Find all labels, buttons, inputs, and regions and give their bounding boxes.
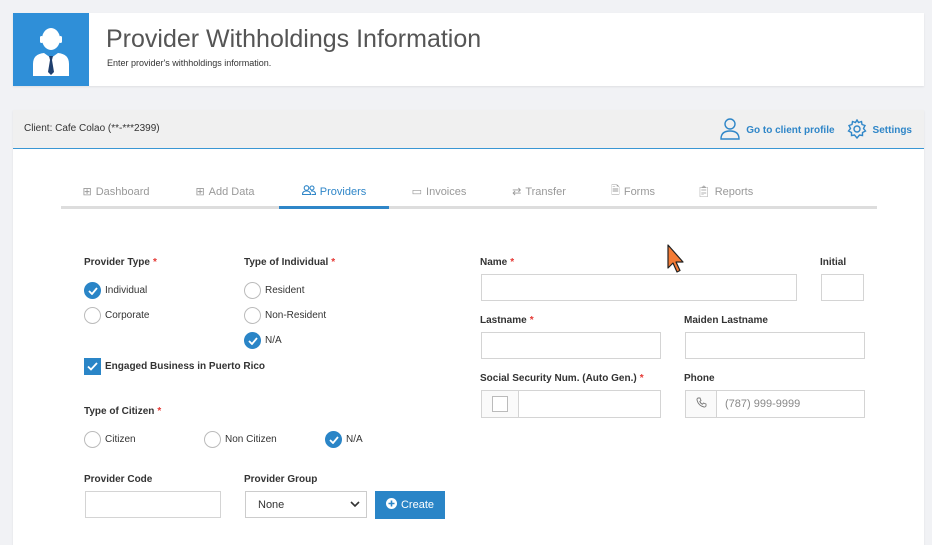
tab-label: Providers — [319, 185, 367, 198]
tab-reports[interactable]: 📋︎ Reports — [677, 177, 773, 206]
radio-label: Corporate — [105, 310, 150, 321]
radio-label: N/A — [346, 434, 363, 445]
provider-code-input[interactable] — [85, 491, 221, 518]
checkbox-unchecked-icon — [492, 396, 508, 412]
radio-checked-icon — [325, 431, 342, 448]
citizen-na-radio[interactable]: N/A — [325, 431, 363, 448]
tab-forms[interactable]: 🗎 Forms — [589, 177, 677, 206]
provider-code-label: Provider Code — [84, 474, 153, 485]
checkbox-checked-icon — [84, 358, 101, 375]
go-to-client-profile-link[interactable]: Go to client profile — [720, 118, 835, 143]
user-avatar-icon — [13, 13, 89, 86]
user-outline-icon — [720, 118, 740, 143]
provider-group-label: Provider Group — [244, 474, 318, 485]
tab-dashboard[interactable]: ⊞ Dashboard — [61, 177, 171, 206]
lastname-input[interactable] — [481, 332, 661, 359]
ssn-input[interactable] — [518, 390, 661, 418]
non-citizen-radio[interactable]: Non Citizen — [204, 431, 277, 448]
page-title: Provider Withholdings Information — [106, 25, 482, 53]
page-subtitle: Enter provider's withholdings informatio… — [107, 58, 272, 68]
radio-unchecked-icon — [84, 431, 101, 448]
lastname-label: Lastname * — [480, 315, 534, 326]
radio-label: N/A — [265, 335, 282, 346]
go-to-client-profile-label: Go to client profile — [746, 125, 835, 136]
radio-label: Non-Resident — [265, 310, 327, 321]
users-icon — [301, 185, 316, 198]
create-group-button[interactable]: Create — [375, 491, 445, 519]
engaged-business-checkbox[interactable]: Engaged Business in Puerto Rico — [84, 358, 265, 375]
radio-checked-icon — [244, 332, 261, 349]
provider-type-label: Provider Type * — [84, 257, 157, 268]
dashboard-icon: ⊞ — [82, 186, 92, 198]
individual-na-radio[interactable]: N/A — [244, 332, 282, 349]
radio-unchecked-icon — [84, 307, 101, 324]
phone-icon — [696, 395, 707, 413]
radio-label: Individual — [105, 285, 148, 296]
type-of-individual-label: Type of Individual * — [244, 257, 336, 268]
phone-label: Phone — [684, 373, 715, 384]
checkbox-label: Engaged Business in Puerto Rico — [105, 361, 266, 372]
ssn-auto-gen-checkbox[interactable] — [481, 390, 519, 418]
tab-label: Reports — [714, 185, 754, 198]
client-label: Client: Cafe Colao (**-***2399) — [24, 123, 160, 134]
exchange-icon: ⇄ — [512, 186, 522, 198]
client-bar: Client: Cafe Colao (**-***2399) Go to cl… — [13, 110, 924, 149]
page-header: Provider Withholdings Information Enter … — [13, 13, 924, 86]
file-icon: 🗎 — [610, 185, 620, 197]
type-of-citizen-label: Type of Citizen * — [84, 406, 162, 417]
tab-label: Add Data — [208, 185, 255, 198]
maiden-lastname-input[interactable] — [685, 332, 865, 359]
radio-unchecked-icon — [244, 282, 261, 299]
ssn-label: Social Security Num. (Auto Gen.) * — [480, 373, 644, 384]
clipboard-icon: 📋︎ — [696, 186, 711, 198]
tab-label: Invoices — [426, 185, 467, 198]
radio-label: Non Citizen — [225, 434, 277, 445]
tab-label: Transfer — [525, 185, 566, 198]
tab-providers[interactable]: Providers — [279, 177, 389, 209]
radio-unchecked-icon — [244, 307, 261, 324]
invoice-icon: ▭ — [411, 186, 423, 198]
radio-checked-icon — [84, 282, 101, 299]
provider-group-select[interactable]: None — [245, 491, 367, 518]
chevron-down-icon — [350, 499, 360, 511]
name-label: Name * — [480, 257, 515, 268]
individual-resident-radio[interactable]: Resident — [244, 282, 304, 299]
name-input[interactable] — [481, 274, 797, 301]
individual-non-resident-radio[interactable]: Non-Resident — [244, 307, 326, 324]
plus-circle-icon — [385, 498, 397, 512]
initial-input[interactable] — [821, 274, 864, 301]
create-button-label: Create — [400, 499, 435, 511]
plus-square-icon: ⊞ — [195, 186, 205, 198]
settings-label: Settings — [872, 125, 912, 136]
select-value: None — [258, 498, 285, 511]
radio-label: Resident — [265, 285, 305, 296]
tab-transfer[interactable]: ⇄ Transfer — [489, 177, 589, 206]
provider-type-corporate-radio[interactable]: Corporate — [84, 307, 149, 324]
nav-tabs: ⊞ Dashboard ⊞ Add Data Providers ▭ Invoi… — [61, 177, 877, 209]
citizen-radio[interactable]: Citizen — [84, 431, 136, 448]
radio-unchecked-icon — [204, 431, 221, 448]
maiden-lastname-label: Maiden Lastname — [684, 315, 768, 326]
tab-invoices[interactable]: ▭ Invoices — [389, 177, 489, 206]
gear-icon — [846, 118, 867, 142]
provider-type-individual-radio[interactable]: Individual — [84, 282, 147, 299]
phone-input[interactable] — [716, 390, 865, 418]
tab-add-data[interactable]: ⊞ Add Data — [171, 177, 279, 206]
mouse-cursor-icon — [667, 244, 687, 279]
tab-label: Dashboard — [95, 185, 150, 198]
radio-label: Citizen — [105, 434, 136, 445]
client-actions: Go to client profile Settings — [720, 118, 912, 143]
initial-label: Initial — [820, 257, 847, 268]
tab-label: Forms — [623, 185, 656, 198]
settings-link[interactable]: Settings — [846, 118, 912, 142]
phone-addon — [685, 390, 717, 418]
